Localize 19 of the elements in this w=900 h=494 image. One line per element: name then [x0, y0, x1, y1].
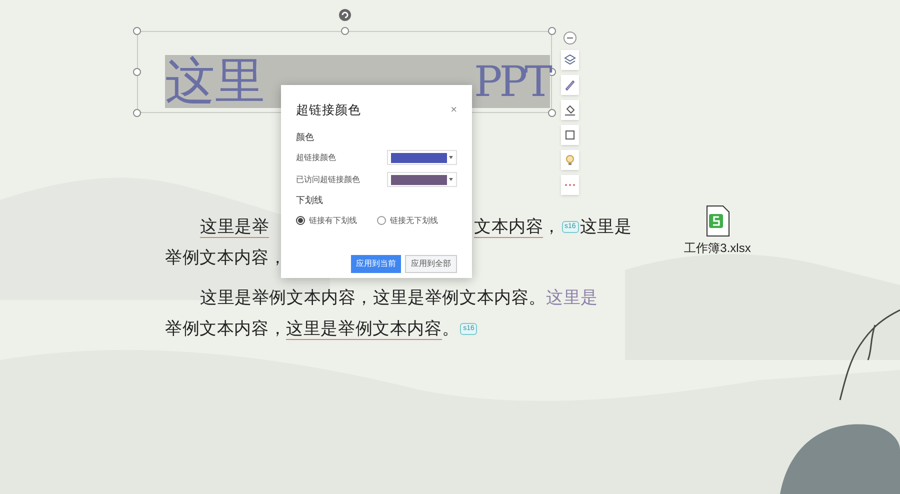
- title-text: PPT: [474, 58, 550, 106]
- body-text: 这里是: [580, 217, 632, 237]
- dialog-title: 超链接颜色: [296, 102, 361, 119]
- body-text: 举例文本内容，: [165, 319, 286, 339]
- title-text: 这里: [165, 55, 265, 108]
- body-text: 这里是举例文本内容: [286, 319, 442, 340]
- body-text: ，: [543, 217, 561, 237]
- radio-label: 链接有下划线: [309, 214, 357, 227]
- field-label: 超链接颜色: [296, 152, 336, 164]
- body-text: 这里是举例文本内容，这里是举例文本内容。: [200, 288, 546, 308]
- body-text: 。: [442, 319, 460, 339]
- body-text: 这里是举: [200, 217, 270, 238]
- section-heading: 下划线: [296, 194, 324, 208]
- body-text: 文本内容: [474, 217, 544, 238]
- field-label: 已访问超链接颜色: [296, 174, 360, 186]
- body-text: 举例文本内容，: [165, 248, 286, 268]
- radio-label: 链接无下划线: [390, 214, 438, 227]
- section-heading: 颜色: [296, 130, 315, 144]
- file-name: 工作簿3.xlsx: [684, 240, 751, 257]
